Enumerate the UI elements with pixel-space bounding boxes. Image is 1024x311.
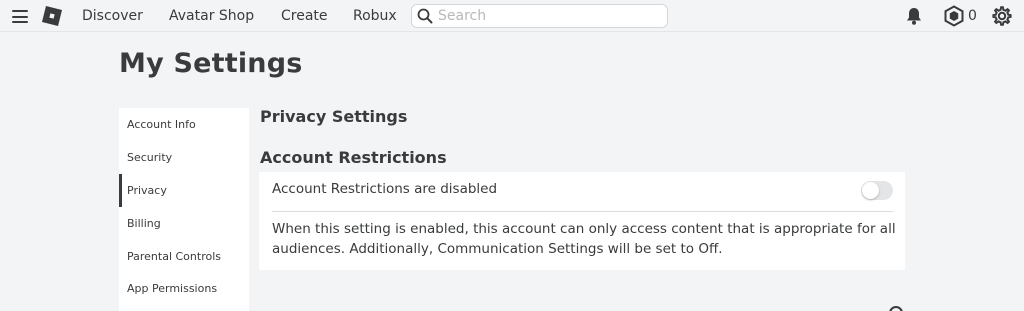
top-navigation-bar: Discover Avatar Shop Create Robux 0	[0, 0, 1024, 32]
account-restrictions-card: Account Restrictions are disabled When t…	[259, 172, 905, 270]
search-box	[411, 4, 668, 28]
nav-link-avatar-shop[interactable]: Avatar Shop	[169, 8, 254, 24]
page-title: My Settings	[119, 48, 303, 79]
divider	[272, 211, 893, 212]
sidebar-item-privacy[interactable]: Privacy	[119, 174, 249, 207]
restrictions-status-label: Account Restrictions are disabled	[272, 181, 498, 197]
sidebar-item-label: Billing	[127, 217, 161, 230]
gear-icon[interactable]	[991, 5, 1013, 31]
settings-sidebar: Account Info Security Privacy Billing Pa…	[119, 108, 249, 311]
sidebar-item-label: Security	[127, 151, 173, 164]
nav-link-robux[interactable]: Robux	[353, 8, 397, 24]
sidebar-item-app-permissions[interactable]: App Permissions	[119, 272, 249, 305]
robux-icon[interactable]	[943, 5, 965, 31]
notifications-bell-icon[interactable]	[904, 6, 924, 30]
restrictions-description: When this setting is enabled, this accou…	[272, 221, 896, 257]
sidebar-item-parental-controls[interactable]: Parental Controls	[119, 240, 249, 273]
sidebar-item-label: Account Info	[127, 118, 196, 131]
nav-link-discover[interactable]: Discover	[82, 8, 143, 24]
sidebar-item-label: Parental Controls	[127, 250, 221, 263]
sidebar-item-security[interactable]: Security	[119, 141, 249, 174]
sidebar-item-label: Privacy	[127, 184, 167, 197]
robux-balance[interactable]: 0	[968, 8, 977, 24]
search-input[interactable]	[438, 7, 664, 25]
sidebar-item-account-info[interactable]: Account Info	[119, 108, 249, 141]
roblox-logo[interactable]	[41, 5, 63, 27]
menu-icon[interactable]	[12, 10, 29, 23]
nav-link-create[interactable]: Create	[281, 8, 328, 24]
privacy-settings-heading: Privacy Settings	[260, 107, 408, 126]
sidebar-item-billing[interactable]: Billing	[119, 207, 249, 240]
toggle-knob	[862, 182, 879, 199]
sidebar-item-label: App Permissions	[127, 282, 218, 295]
account-restrictions-toggle[interactable]	[861, 181, 893, 200]
help-icon[interactable]	[889, 306, 903, 311]
search-icon	[417, 8, 433, 24]
account-restrictions-heading: Account Restrictions	[260, 148, 447, 167]
